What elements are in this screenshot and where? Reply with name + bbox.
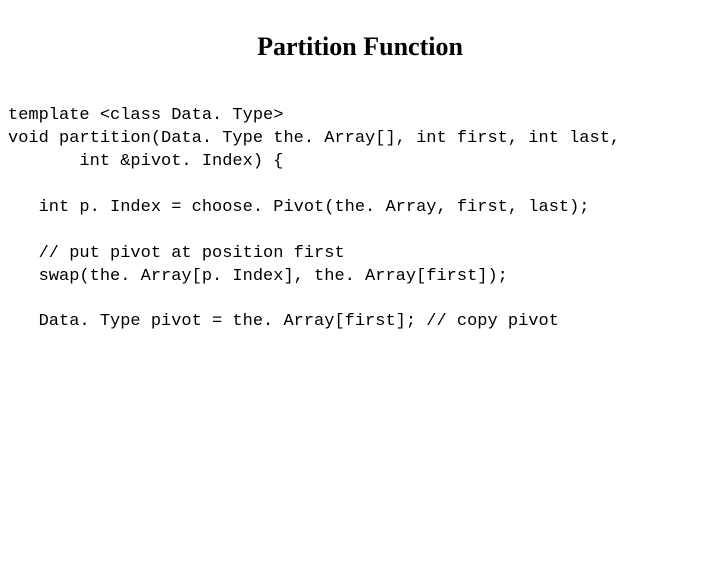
code-line: // put pivot at position first xyxy=(8,244,345,263)
code-line: void partition(Data. Type the. Array[], … xyxy=(8,129,620,148)
code-line: int p. Index = choose. Pivot(the. Array,… xyxy=(8,198,590,217)
code-line: template <class Data. Type> xyxy=(8,106,283,125)
page-title: Partition Function xyxy=(0,32,720,62)
code-line: int &pivot. Index) { xyxy=(8,152,283,171)
code-block: template <class Data. Type> void partiti… xyxy=(0,82,720,334)
code-line: swap(the. Array[p. Index], the. Array[fi… xyxy=(8,267,508,286)
code-line: Data. Type pivot = the. Array[first]; //… xyxy=(8,312,559,331)
